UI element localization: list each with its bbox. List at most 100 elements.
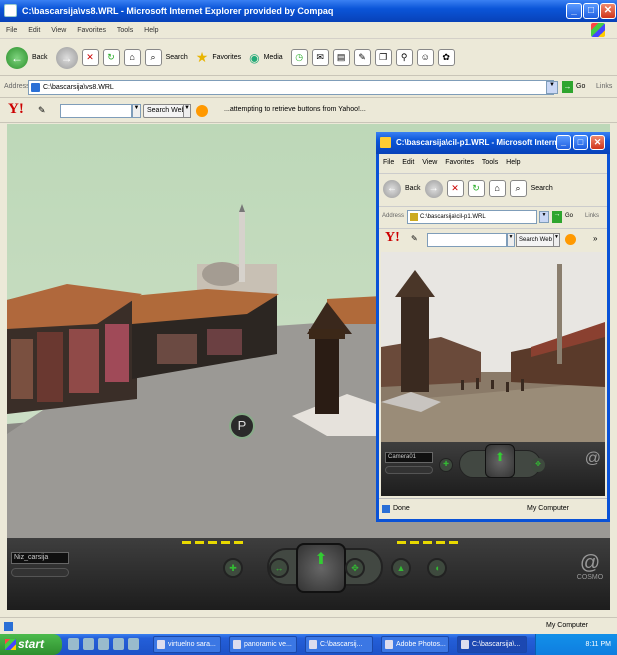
popup-walk-mode-icon[interactable]: ⬆ (485, 444, 515, 478)
menu-view[interactable]: View (51, 27, 66, 34)
popup-address-input[interactable]: C:\bascarsija\cil-p1.WRL (407, 210, 537, 224)
popup-camera-slider[interactable] (385, 466, 433, 474)
yahoo-search-arrow-icon[interactable]: ▼ (183, 104, 191, 118)
go-button-label[interactable]: Go (576, 83, 585, 90)
clock[interactable]: 8:11 PM (585, 641, 611, 648)
messenger-icon[interactable]: ☺ (416, 49, 434, 66)
links-label[interactable]: Links (596, 83, 612, 90)
popup-yahoo-search-button[interactable]: Search Web (516, 233, 555, 247)
walk-mode-icon[interactable]: ⬆ (296, 543, 346, 593)
straighten-icon[interactable]: ▲ (391, 558, 411, 578)
yahoo-search-dropdown-icon[interactable]: ▼ (132, 104, 141, 118)
popup-close-button[interactable]: ✕ (590, 135, 605, 150)
viewpoint-icon[interactable]: ◖ (427, 558, 447, 578)
popup-address-dropdown-icon[interactable]: ▼ (539, 211, 549, 223)
home-icon[interactable]: ⌂ (123, 49, 141, 66)
taskbar-item[interactable]: C:\bascarsij... (305, 636, 373, 653)
popup-yahoo-dropdown-icon[interactable]: ▼ (507, 233, 515, 247)
popup-back-label[interactable]: Back (405, 185, 421, 192)
popup-yahoo-arrow-icon[interactable]: ▼ (553, 233, 560, 247)
slide-mode-icon[interactable]: ↔ (269, 558, 289, 578)
rotate-mode-icon[interactable]: ✥ (345, 558, 365, 578)
popup-seek-icon[interactable]: ✚ (439, 458, 453, 472)
window-titlebar[interactable]: C:\bascarsija\vs8.WRL - Microsoft Intern… (0, 0, 617, 22)
page-icon (31, 83, 40, 92)
taskbar-item[interactable]: virtuelno sara... (153, 636, 221, 653)
seek-icon[interactable]: ✚ (223, 558, 243, 578)
popup-search-label[interactable]: Search (531, 185, 553, 192)
panorama-viewport[interactable] (381, 252, 605, 442)
stop-icon[interactable]: ✕ (81, 49, 99, 66)
edit-icon[interactable]: ✎ (353, 49, 371, 66)
quick-launch-mail-icon[interactable] (113, 638, 124, 650)
yahoo-search-input[interactable] (60, 104, 132, 118)
popup-chevron-icon[interactable]: » (593, 234, 597, 243)
back-button-label[interactable]: Back (32, 54, 48, 61)
start-button[interactable]: start (0, 634, 62, 655)
popup-yahoo-logo-icon[interactable]: Y! (385, 230, 400, 246)
search-icon[interactable]: ⌕ (144, 49, 162, 66)
popup-go-label[interactable]: Go (565, 213, 573, 219)
menu-edit[interactable]: Edit (28, 27, 40, 34)
discuss-icon[interactable]: ❐ (374, 49, 392, 66)
quick-launch-ie-icon[interactable] (68, 638, 79, 650)
popup-maximize-button[interactable]: □ (573, 135, 588, 150)
popup-menu-tools[interactable]: Tools (482, 159, 498, 166)
media-icon[interactable]: ◉ (249, 51, 259, 65)
research-icon[interactable]: ⚲ (395, 49, 413, 66)
msn-icon[interactable]: ✿ (437, 49, 455, 66)
pencil-icon[interactable]: ✎ (38, 105, 46, 116)
popup-search-icon[interactable]: ⌕ (509, 180, 527, 197)
taskbar-item[interactable]: Adobe Photos... (381, 636, 449, 653)
address-dropdown-icon[interactable]: ▼ (546, 81, 558, 94)
popup-menu-file[interactable]: File (383, 159, 394, 166)
refresh-icon[interactable]: ↻ (102, 49, 120, 66)
minimize-button[interactable]: _ (566, 3, 582, 19)
popup-minimize-button[interactable]: _ (556, 135, 571, 150)
search-button-label[interactable]: Search (166, 54, 188, 61)
popup-go-arrow-icon[interactable]: → (552, 211, 562, 223)
popup-camera-select[interactable]: Camera01 (385, 452, 433, 463)
yahoo-logo-icon[interactable]: Y! (8, 101, 24, 118)
back-arrow-icon[interactable]: ← (6, 46, 28, 69)
mail-icon[interactable]: ✉ (311, 49, 329, 66)
popup-menu-favorites[interactable]: Favorites (445, 159, 474, 166)
popup-home-icon[interactable]: ⌂ (488, 180, 506, 197)
quick-launch-media-icon[interactable] (128, 638, 139, 650)
menu-tools[interactable]: Tools (117, 27, 133, 34)
favorites-star-icon[interactable]: ★ (196, 49, 209, 66)
forward-arrow-icon[interactable]: → (55, 46, 78, 69)
quick-launch-folder-icon[interactable] (98, 638, 109, 650)
print-icon[interactable]: ▤ (332, 49, 350, 66)
popup-stop-icon[interactable]: ✕ (446, 180, 464, 197)
popup-cosmo-nav: Camera01 ✚ ⬆ ✥ @ (381, 442, 605, 496)
popup-rotate-icon[interactable]: ✥ (531, 458, 545, 472)
popup-menu-edit[interactable]: Edit (402, 159, 414, 166)
popup-pencil-icon[interactable]: ✎ (411, 234, 418, 243)
quick-launch-desktop-icon[interactable] (83, 638, 94, 650)
popup-forward-icon[interactable]: → (424, 179, 443, 198)
favorites-button-label[interactable]: Favorites (212, 54, 241, 61)
maximize-button[interactable]: □ (583, 3, 599, 19)
close-button[interactable]: ✕ (600, 3, 616, 19)
yahoo-toolbar: Y! ✎ ▼ Search Web ▼ ...attempting to ret… (0, 99, 617, 123)
taskbar-item-active[interactable]: C:\bascarsija\... (457, 636, 527, 653)
media-button-label[interactable]: Media (264, 54, 283, 61)
menu-favorites[interactable]: Favorites (77, 27, 106, 34)
history-icon[interactable]: ◷ (290, 49, 308, 66)
popup-menu-view[interactable]: View (422, 159, 437, 166)
go-arrow-icon[interactable]: → (562, 81, 573, 93)
popup-refresh-icon[interactable]: ↻ (467, 180, 485, 197)
camera-select[interactable]: Niz_carsija (11, 552, 69, 564)
popup-yahoo-sun-icon[interactable] (565, 234, 576, 245)
menu-help[interactable]: Help (144, 27, 158, 34)
address-input[interactable]: C:\bascarsija\vs8.WRL (28, 80, 554, 95)
menu-file[interactable]: File (6, 27, 17, 34)
yahoo-sun-icon[interactable] (196, 105, 208, 117)
camera-slider[interactable] (11, 568, 69, 577)
taskbar-item[interactable]: panoramic ve... (229, 636, 297, 653)
popup-links-label[interactable]: Links (585, 213, 599, 219)
popup-yahoo-input[interactable] (427, 233, 507, 247)
popup-menu-help[interactable]: Help (506, 159, 520, 166)
popup-back-icon[interactable]: ← (383, 179, 401, 198)
